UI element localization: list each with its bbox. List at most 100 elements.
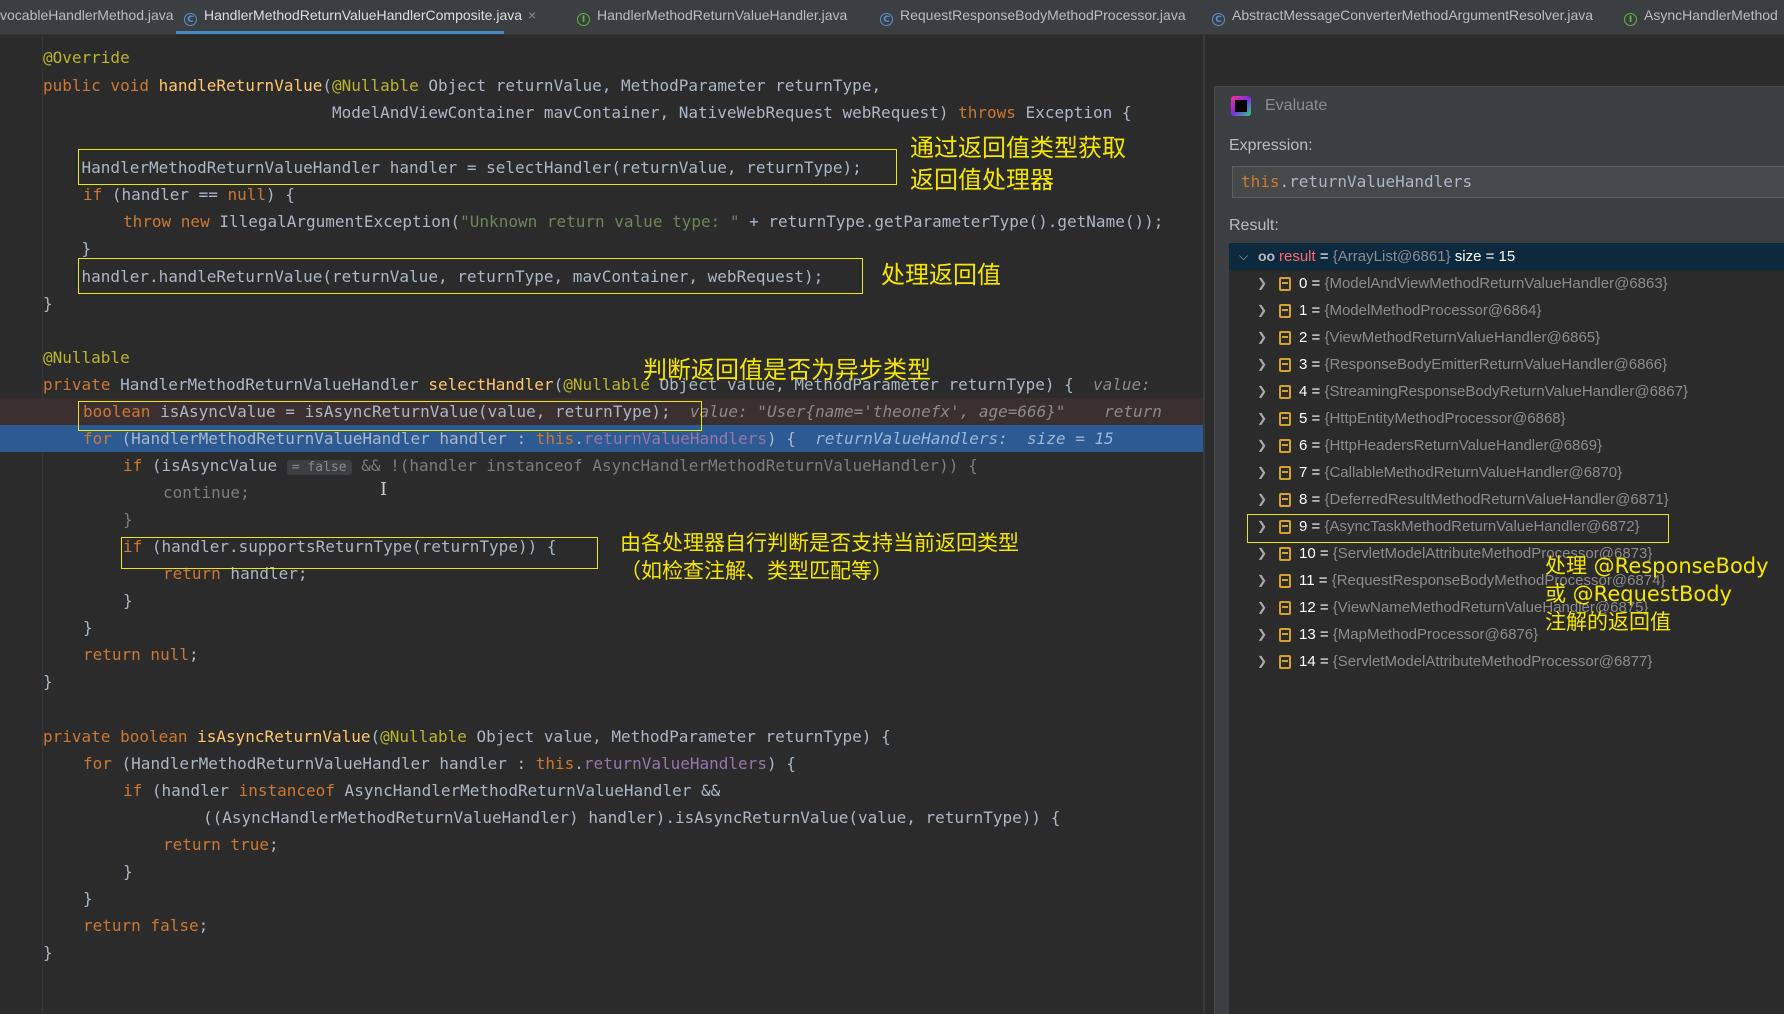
code-line: for (HandlerMethodReturnValueHandler han… bbox=[83, 754, 796, 773]
tree-item-text: 8 = {DeferredResultMethodReturnValueHand… bbox=[1299, 491, 1669, 508]
tree-item-text: 13 = {MapMethodProcessor@6876} bbox=[1299, 626, 1539, 643]
tree-item-text: 6 = {HttpHeadersReturnValueHandler@6869} bbox=[1299, 437, 1603, 454]
expression-label: Expression: bbox=[1229, 137, 1313, 154]
code-line: } bbox=[43, 943, 53, 962]
tree-root-result[interactable]: ⌵ oo result = {ArrayList@6861} size = 15 bbox=[1229, 243, 1784, 270]
chevron-right-icon[interactable]: ❯ bbox=[1257, 540, 1267, 567]
tree-item-text: 3 = {ResponseBodyEmitterReturnValueHandl… bbox=[1299, 356, 1668, 373]
code-line: return null; bbox=[83, 645, 199, 664]
annotation-box-item-11 bbox=[1247, 514, 1669, 543]
tree-item-text: 2 = {ViewMethodReturnValueHandler@6865} bbox=[1299, 329, 1601, 346]
tab-label: RequestResponseBodyMethodProcessor.java bbox=[900, 7, 1186, 23]
tree-item[interactable]: ❯ 6 = {HttpHeadersReturnValueHandler@6869… bbox=[1229, 432, 1784, 459]
code-line: public void handleReturnValue(@Nullable … bbox=[43, 76, 882, 95]
close-icon[interactable]: × bbox=[528, 7, 536, 23]
tree-item[interactable]: ❯ 2 = {ViewMethodReturnValueHandler@6865} bbox=[1229, 324, 1784, 351]
annotation-box-handle-return-value bbox=[78, 258, 863, 294]
tree-item[interactable]: ❯ 0 = {ModelAndViewMethodReturnValueHandl… bbox=[1229, 270, 1784, 297]
chevron-right-icon[interactable]: ❯ bbox=[1257, 405, 1267, 432]
text-cursor-icon: I bbox=[380, 479, 388, 500]
chevron-right-icon[interactable]: ❯ bbox=[1257, 594, 1267, 621]
tree-item[interactable]: ❯ 4 = {StreamingResponseBodyReturnValueHa… bbox=[1229, 378, 1784, 405]
code-editor[interactable]: @Override public void handleReturnValue(… bbox=[0, 35, 1204, 1013]
chevron-right-icon[interactable]: ❯ bbox=[1257, 324, 1267, 351]
annotation-box-is-async bbox=[78, 401, 702, 431]
tree-item[interactable]: ❯ 1 = {ModelMethodProcessor@6864} bbox=[1229, 297, 1784, 324]
field-icon bbox=[1279, 547, 1291, 561]
tab-label: HandlerMethodReturnValueHandlerComposite… bbox=[204, 7, 523, 23]
tab-handler-method-return-value-handler-composite[interactable]: C HandlerMethodReturnValueHandlerComposit… bbox=[176, 0, 536, 34]
code-line: } bbox=[43, 672, 53, 691]
code-line: return false; bbox=[83, 916, 209, 935]
tree-item[interactable]: ❯ 7 = {CallableMethodReturnValueHandler@6… bbox=[1229, 459, 1784, 486]
code-line: } bbox=[123, 510, 133, 529]
evaluate-title-bar[interactable]: Evaluate bbox=[1215, 87, 1784, 125]
evaluate-dialog: Evaluate Expression: this.returnValueHan… bbox=[1214, 86, 1784, 1014]
code-line: if (handler == null) { bbox=[83, 185, 295, 204]
field-icon bbox=[1279, 412, 1291, 426]
tree-item-text: 4 = {StreamingResponseBodyReturnValueHan… bbox=[1299, 383, 1688, 400]
field-icon bbox=[1279, 304, 1291, 318]
tab-abstract-message-converter-method-argument-resolver[interactable]: C AbstractMessageConverterMethodArgumentR… bbox=[1212, 0, 1618, 34]
expression-input[interactable]: this.returnValueHandlers bbox=[1232, 166, 1784, 198]
class-icon: C bbox=[880, 13, 893, 26]
tab-label: AsyncHandlerMethod bbox=[1644, 7, 1778, 23]
code-line: } bbox=[83, 618, 93, 637]
code-line: ((AsyncHandlerMethodReturnValueHandler) … bbox=[203, 808, 1061, 827]
chevron-right-icon[interactable]: ❯ bbox=[1257, 351, 1267, 378]
annotation-box-select-handler bbox=[78, 149, 897, 185]
tree-item[interactable]: ❯ 5 = {HttpEntityMethodProcessor@6868} bbox=[1229, 405, 1784, 432]
tree-item[interactable]: ❯ 14 = {ServletModelAttributeMethodProces… bbox=[1229, 648, 1784, 675]
tree-item-text: 5 = {HttpEntityMethodProcessor@6868} bbox=[1299, 410, 1566, 427]
tab-label: AbstractMessageConverterMethodArgumentRe… bbox=[1232, 7, 1594, 23]
tab-label: vocableHandlerMethod.java bbox=[0, 7, 174, 23]
evaluate-title: Evaluate bbox=[1265, 97, 1328, 114]
annotation-note-supports-return-type: 由各处理器自行判断是否支持当前返回类型 （如检查注解、类型匹配等） bbox=[620, 531, 1019, 583]
tab-request-response-body-method-processor[interactable]: C RequestResponseBodyMethodProcessor.java bbox=[880, 0, 1212, 34]
annotation-note-select-handler: 通过返回值类型获取 返回值处理器 bbox=[910, 134, 1126, 194]
editor-tab-bar: vocableHandlerMethod.java C HandlerMethod… bbox=[0, 0, 1784, 35]
chevron-right-icon[interactable]: ❯ bbox=[1257, 486, 1267, 513]
interface-icon: I bbox=[1624, 13, 1637, 26]
tab-handler-method-return-value-handler[interactable]: I HandlerMethodReturnValueHandler.java bbox=[577, 0, 867, 34]
watch-glasses-icon: oo bbox=[1258, 248, 1276, 264]
chevron-right-icon[interactable]: ❯ bbox=[1257, 432, 1267, 459]
field-icon bbox=[1279, 385, 1291, 399]
tab-label: HandlerMethodReturnValueHandler.java bbox=[597, 7, 848, 23]
tree-item[interactable]: ❯ 3 = {ResponseBodyEmitterReturnValueHand… bbox=[1229, 351, 1784, 378]
tree-item-text: 1 = {ModelMethodProcessor@6864} bbox=[1299, 302, 1542, 319]
code-line: } bbox=[123, 862, 133, 881]
editor-split-divider[interactable] bbox=[1203, 35, 1205, 1013]
result-label: Result: bbox=[1229, 217, 1279, 234]
chevron-right-icon[interactable]: ❯ bbox=[1257, 459, 1267, 486]
class-icon: C bbox=[1212, 13, 1225, 26]
tab-async-handler-method[interactable]: I AsyncHandlerMethod bbox=[1624, 0, 1784, 34]
chevron-right-icon[interactable]: ❯ bbox=[1257, 270, 1267, 297]
field-icon bbox=[1279, 439, 1291, 453]
code-line: if (handler instanceof AsyncHandlerMetho… bbox=[123, 781, 721, 800]
tree-item[interactable]: ❯ 8 = {DeferredResultMethodReturnValueHan… bbox=[1229, 486, 1784, 513]
chevron-right-icon[interactable]: ❯ bbox=[1257, 378, 1267, 405]
field-icon bbox=[1279, 358, 1291, 372]
field-icon bbox=[1279, 628, 1291, 642]
chevron-right-icon[interactable]: ❯ bbox=[1257, 621, 1267, 648]
annotation-box-supports-return-type bbox=[121, 537, 598, 569]
chevron-down-icon[interactable]: ⌵ bbox=[1239, 243, 1248, 270]
class-icon: C bbox=[184, 13, 197, 26]
chevron-right-icon[interactable]: ❯ bbox=[1257, 297, 1267, 324]
code-line: if (isAsyncValue = false && !(handler in… bbox=[123, 456, 978, 475]
field-icon bbox=[1279, 655, 1291, 669]
code-line: } bbox=[83, 889, 93, 908]
indent-guide bbox=[42, 35, 43, 1013]
tab-invocable-handler-method[interactable]: vocableHandlerMethod.java bbox=[0, 0, 176, 34]
code-line: private HandlerMethodReturnValueHandler … bbox=[43, 375, 1161, 394]
code-line: } bbox=[43, 294, 53, 313]
code-line: } bbox=[123, 591, 133, 610]
annotation-note-handle-return-value: 处理返回值 bbox=[881, 261, 1001, 289]
chevron-right-icon[interactable]: ❯ bbox=[1257, 567, 1267, 594]
code-line: private boolean isAsyncReturnValue(@Null… bbox=[43, 727, 891, 746]
annotation-note-response-body: 处理 @ResponseBody 或 @RequestBody 注解的返回值 bbox=[1545, 554, 1769, 634]
interface-icon: I bbox=[577, 13, 590, 26]
field-icon bbox=[1279, 574, 1291, 588]
chevron-right-icon[interactable]: ❯ bbox=[1257, 648, 1267, 675]
